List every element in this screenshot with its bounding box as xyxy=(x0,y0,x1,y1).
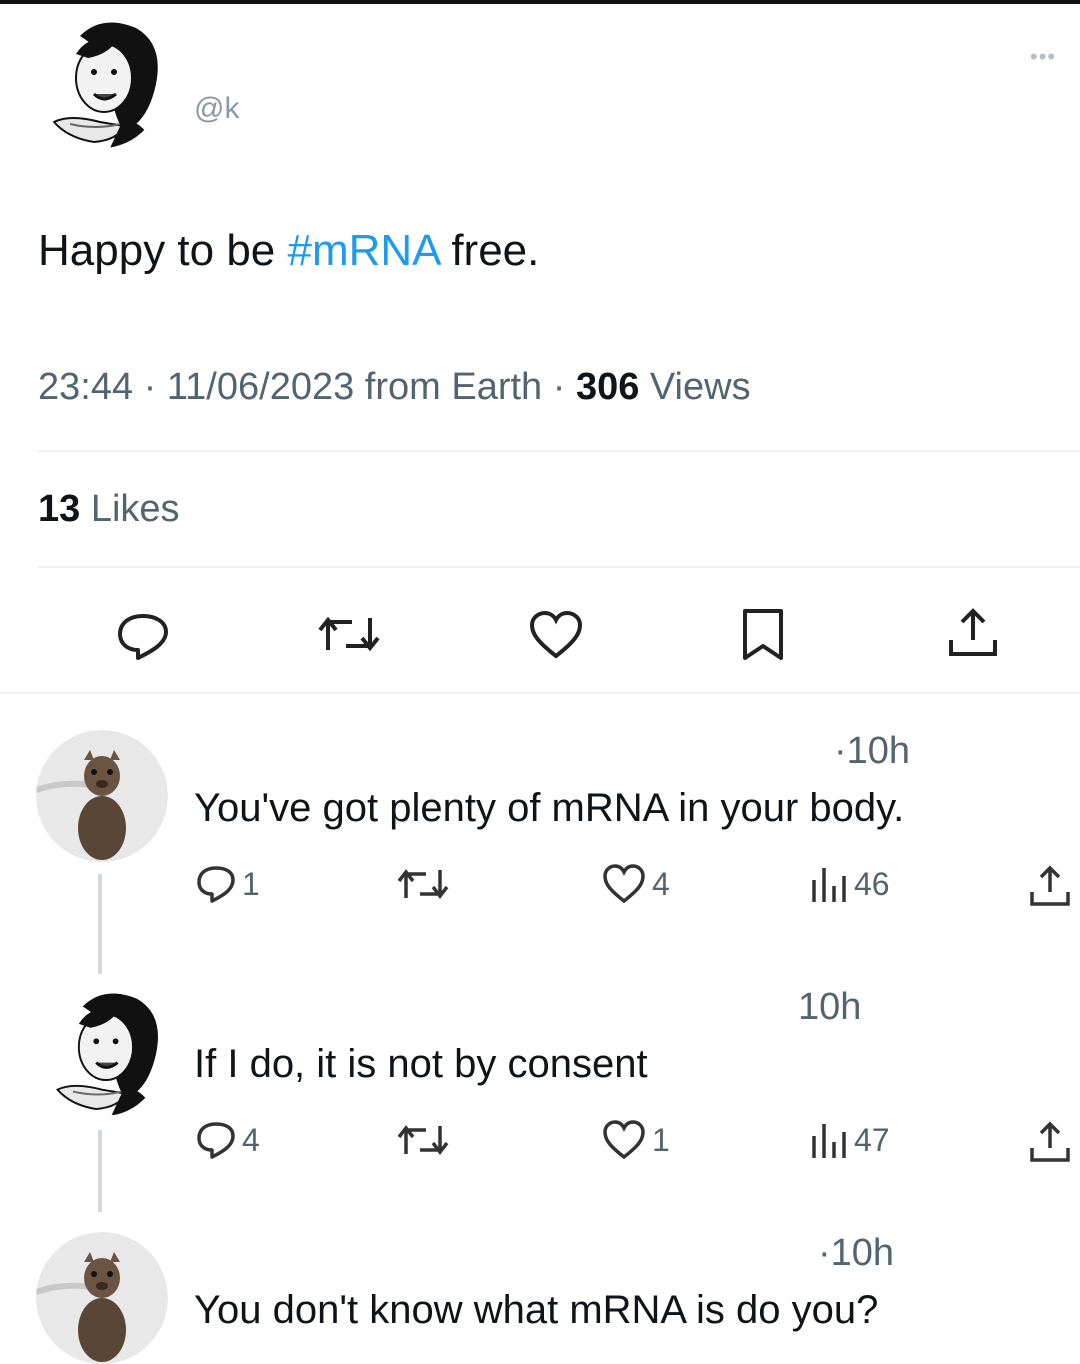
reply-icon xyxy=(197,866,235,903)
reply-views[interactable]: 47 xyxy=(808,1120,890,1160)
views-icon xyxy=(812,1124,846,1158)
reply-count: 1 xyxy=(242,865,260,902)
retweet-icon[interactable] xyxy=(316,614,382,654)
view-count: 46 xyxy=(854,865,890,902)
likes-label: Likes xyxy=(80,488,180,530)
like-icon[interactable] xyxy=(528,610,584,660)
thread-line xyxy=(98,874,102,974)
reply-timestamp[interactable]: ·10h xyxy=(818,1232,894,1275)
reply-text: You don't know what mRNA is do you? xyxy=(194,1288,879,1332)
tweet-text-suffix: free. xyxy=(439,226,540,275)
bookmark-icon[interactable] xyxy=(740,608,786,662)
author-avatar[interactable] xyxy=(44,984,164,1116)
reply-text: If I do, it is not by consent xyxy=(194,1042,648,1086)
reply-text: You've got plenty of mRNA in your body. xyxy=(194,786,905,830)
share-icon[interactable] xyxy=(946,606,1000,660)
reply-share-button[interactable] xyxy=(1028,864,1072,908)
divider xyxy=(0,692,1080,694)
tweet-meta: 23:44 · 11/06/2023 from Earth · 306 View… xyxy=(38,366,751,409)
reply-like-button[interactable]: 1 xyxy=(602,1120,670,1160)
author-handle[interactable]: @k xyxy=(194,92,239,126)
likes-stat[interactable]: 13 Likes xyxy=(38,488,180,531)
views-count: 306 xyxy=(575,366,640,408)
reply-retweet-button[interactable] xyxy=(396,866,450,902)
thread-line xyxy=(98,1130,102,1212)
reply-avatar[interactable] xyxy=(36,1232,168,1364)
like-count: 4 xyxy=(652,865,670,902)
divider xyxy=(38,450,1080,452)
like-count: 1 xyxy=(652,1121,670,1158)
reply-retweet-button[interactable] xyxy=(396,1122,450,1158)
likes-count: 13 xyxy=(38,488,81,530)
tweet-text: Happy to be #mRNA free. xyxy=(38,226,539,276)
tweet-text-prefix: Happy to be xyxy=(38,226,288,275)
reply-share-button[interactable] xyxy=(1028,1120,1072,1164)
divider xyxy=(38,566,1080,568)
reply-avatar[interactable] xyxy=(36,730,168,862)
view-count: 47 xyxy=(854,1121,890,1158)
top-border xyxy=(0,0,1080,4)
retweet-icon xyxy=(397,869,449,899)
reply-icon[interactable] xyxy=(116,612,170,660)
reply-timestamp[interactable]: 10h xyxy=(798,986,861,1029)
reply-timestamp[interactable]: ·10h xyxy=(834,730,910,773)
like-icon xyxy=(603,1120,645,1160)
tweet-timestamp[interactable]: 23:44 · 11/06/2023 from Earth · xyxy=(38,366,576,408)
views-label: Views xyxy=(639,366,751,408)
share-icon xyxy=(1030,1121,1070,1162)
like-icon xyxy=(603,864,645,904)
views-icon xyxy=(812,868,846,902)
reply-count: 4 xyxy=(242,1121,260,1158)
reply-icon xyxy=(197,1122,235,1159)
reply-reply-button[interactable]: 4 xyxy=(196,1120,260,1160)
share-icon xyxy=(1030,865,1070,906)
hashtag-link[interactable]: #mRNA xyxy=(288,226,440,275)
author-avatar[interactable] xyxy=(40,14,164,148)
reply-reply-button[interactable]: 1 xyxy=(196,864,260,904)
reply-like-button[interactable]: 4 xyxy=(602,864,670,904)
retweet-icon xyxy=(397,1125,449,1155)
more-options-icon[interactable]: ••• xyxy=(1030,44,1056,70)
reply-views[interactable]: 46 xyxy=(808,864,890,904)
